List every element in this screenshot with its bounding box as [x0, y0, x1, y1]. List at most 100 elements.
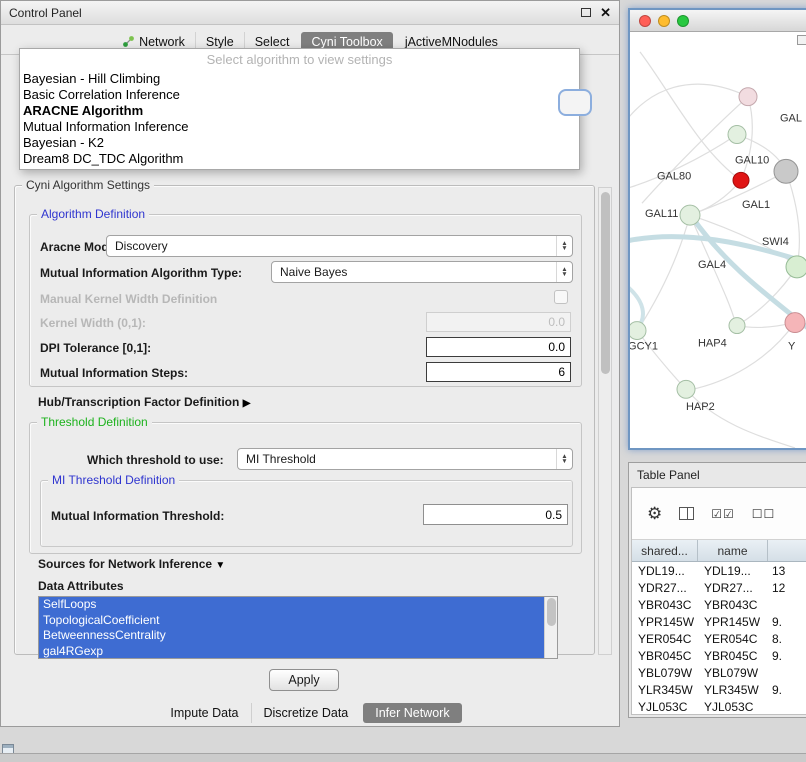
mi-type-label: Mutual Information Algorithm Type: [40, 266, 242, 280]
network-edge[interactable] [686, 389, 795, 448]
table-cell: YPR145W [632, 615, 698, 629]
table-panel-title: Table Panel [629, 463, 806, 485]
table-row[interactable]: YLR345WYLR345W9. [632, 681, 806, 698]
kernel-width-input[interactable] [426, 312, 571, 332]
network-node[interactable] [733, 172, 749, 188]
network-node[interactable] [677, 380, 695, 398]
network-node[interactable] [729, 318, 745, 334]
network-node[interactable] [728, 126, 746, 144]
algorithm-definition-group: Algorithm Definition Aracne Mode: Discov… [29, 214, 582, 387]
table-row[interactable]: YDR27...YDR27...12 [632, 579, 806, 596]
column-header[interactable]: name [698, 540, 768, 561]
focused-spinner-button[interactable] [558, 89, 592, 116]
mi-algorithm-type-select[interactable]: Naive Bayes ▲▼ [271, 261, 573, 283]
data-attributes-list[interactable]: SelfLoops TopologicalCoefficient Between… [38, 596, 558, 659]
table-row[interactable]: YJL053CYJL053C [632, 698, 806, 715]
table-row[interactable]: YPR145WYPR145W9. [632, 613, 806, 630]
table-row[interactable]: YBR043CYBR043C [632, 596, 806, 613]
network-canvas[interactable]: GALGAL80GAL10GAL11GAL1SWI4GAL4GCY1HAP4YH… [630, 32, 806, 448]
scrollbar-thumb[interactable] [601, 192, 610, 374]
attribute-item[interactable]: SelfLoops [39, 597, 544, 613]
mi-steps-input[interactable] [426, 362, 571, 382]
table-row[interactable]: YBR045CYBR045C9. [632, 647, 806, 664]
network-edge[interactable] [642, 97, 748, 203]
algorithm-option[interactable]: Mutual Information Inference [20, 119, 579, 135]
node-label: HAP2 [686, 401, 715, 413]
which-threshold-label: Which threshold to use: [87, 453, 224, 467]
manual-kernel-label: Manual Kernel Width Definition [40, 292, 217, 306]
attribute-item[interactable]: TopologicalCoefficient [39, 613, 544, 629]
float-window-icon[interactable] [581, 8, 591, 17]
table-cell: YER054C [632, 632, 698, 646]
table-row[interactable]: YER054CYER054C8. [632, 630, 806, 647]
network-node[interactable] [630, 322, 646, 340]
network-node[interactable] [739, 88, 757, 106]
mi-threshold-input[interactable] [423, 504, 568, 525]
algorithm-dropdown-popup: Select algorithm to view settings Bayesi… [19, 48, 580, 170]
deselect-all-checkboxes-icon[interactable]: ☐☐ [752, 507, 776, 521]
combo-value: MI Threshold [246, 452, 316, 466]
table-cell: 12 [768, 581, 806, 595]
node-label: GCY1 [630, 340, 658, 352]
tab-label: Cyni Toolbox [311, 35, 382, 49]
birdseye-toggle-icon[interactable] [797, 35, 806, 45]
table-body: YDL19...YDL19...13YDR27...YDR27...12YBR0… [632, 562, 806, 715]
zoom-traffic-light-icon[interactable] [677, 15, 689, 27]
algorithm-option[interactable]: Basic Correlation Inference [20, 87, 579, 103]
collapse-right-icon: ▶ [243, 398, 251, 409]
add-column-icon[interactable] [679, 507, 694, 520]
minimize-traffic-light-icon[interactable] [658, 15, 670, 27]
network-edge[interactable] [786, 171, 799, 266]
expand-down-icon: ▼ [215, 560, 225, 571]
close-icon[interactable]: ✕ [600, 6, 611, 19]
scrollbar-thumb[interactable] [547, 598, 556, 626]
network-node[interactable] [785, 313, 805, 333]
table-cell: YLR345W [698, 683, 768, 697]
column-header[interactable]: shared... [632, 540, 698, 561]
node-label: GAL1 [742, 199, 770, 211]
select-all-checkboxes-icon[interactable]: ☑☑ [711, 507, 735, 521]
network-edge[interactable] [638, 215, 690, 329]
node-label: GAL [780, 113, 802, 125]
network-node[interactable] [680, 205, 700, 225]
close-traffic-light-icon[interactable] [639, 15, 651, 27]
hub-section-toggle[interactable]: Hub/Transcription Factor Definition ▶ [38, 395, 250, 409]
attribute-item[interactable]: gal4RGexp [39, 644, 544, 660]
column-header[interactable] [768, 540, 806, 561]
node-label: Y [788, 340, 796, 352]
network-node[interactable] [786, 256, 806, 278]
table-cell: 13 [768, 564, 806, 578]
attribute-item[interactable]: BetweennessCentrality [39, 628, 544, 644]
network-node[interactable] [774, 159, 798, 183]
table-toolbar: ⚙ ☑☑ ☐☐ [632, 488, 806, 540]
table-cell: YPR145W [698, 615, 768, 629]
algorithm-option[interactable]: Bayesian - Hill Climbing [20, 71, 579, 87]
dpi-tolerance-input[interactable] [426, 337, 571, 357]
tab-discretize-data[interactable]: Discretize Data [251, 703, 361, 723]
table-cell: 8. [768, 632, 806, 646]
algorithm-option-selected[interactable]: ARACNE Algorithm [20, 103, 579, 119]
table-row[interactable]: YBL079WYBL079W [632, 664, 806, 681]
algorithm-option[interactable]: Dream8 DC_TDC Algorithm [20, 151, 579, 167]
tab-impute-data[interactable]: Impute Data [158, 703, 250, 723]
which-threshold-select[interactable]: MI Threshold ▲▼ [237, 448, 573, 470]
network-window-titlebar [630, 10, 806, 32]
apply-button[interactable]: Apply [269, 669, 339, 691]
gear-icon[interactable]: ⚙ [647, 505, 662, 522]
tab-label: Network [139, 35, 185, 49]
network-edge[interactable] [640, 52, 741, 180]
sources-section-toggle[interactable]: Sources for Network Inference ▼ [38, 557, 225, 571]
tab-infer-network[interactable]: Infer Network [363, 703, 461, 723]
table-row[interactable]: YDL19...YDL19...13 [632, 562, 806, 579]
aracne-mode-select[interactable]: Discovery ▲▼ [106, 235, 573, 257]
panel-scrollbar[interactable] [598, 187, 612, 655]
algorithm-option[interactable]: Bayesian - K2 [20, 135, 579, 151]
list-scrollbar[interactable] [544, 597, 557, 658]
network-edge[interactable] [637, 331, 685, 389]
table-cell: YJL053C [632, 700, 698, 714]
network-edge[interactable] [630, 84, 748, 123]
manual-kernel-checkbox[interactable] [554, 290, 568, 304]
tab-label: Style [206, 35, 234, 49]
table-cell: YBR045C [632, 649, 698, 663]
combo-value: Naive Bayes [280, 265, 347, 279]
